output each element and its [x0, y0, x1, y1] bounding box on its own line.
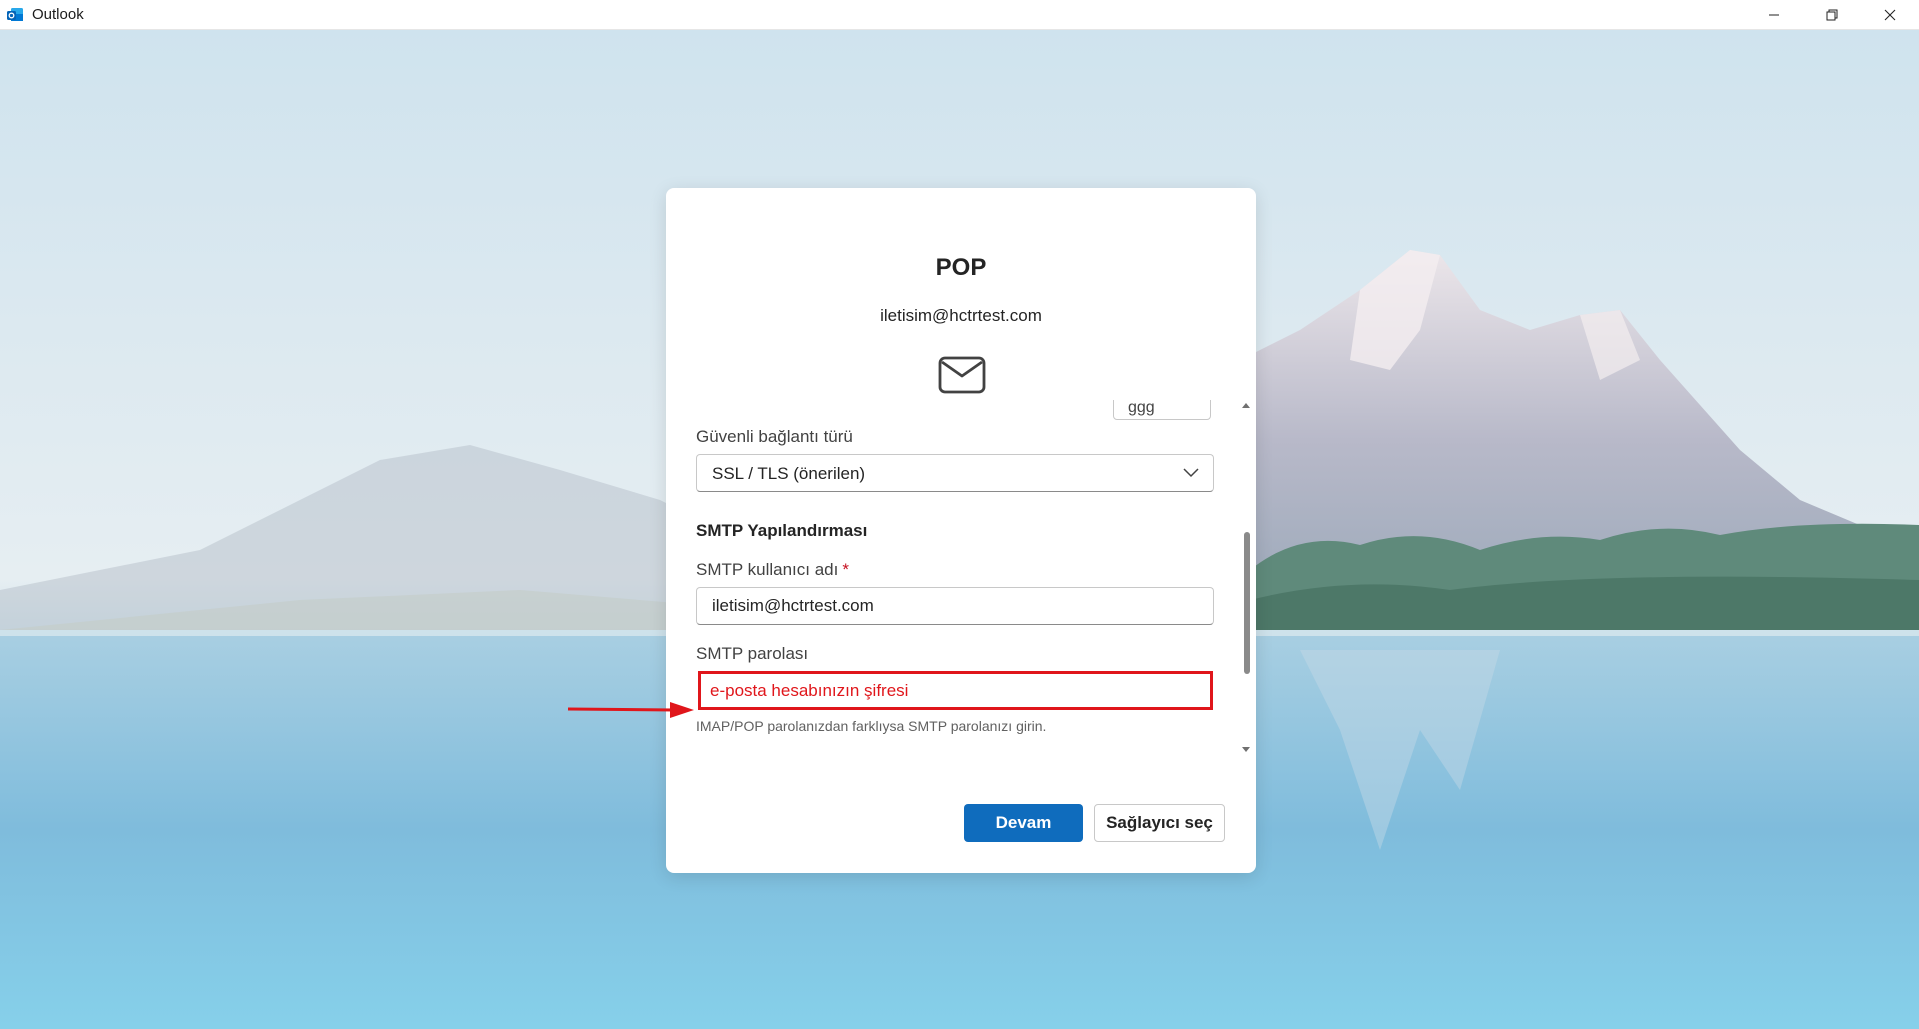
pop-setup-dialog: POP iletisim@hctrtest.com ggg Güvenli ba…: [666, 188, 1256, 873]
smtp-password-label: SMTP parolası: [696, 644, 809, 663]
settings-form: ggg Güvenli bağlantı türü SSL / TLS (öne…: [666, 400, 1256, 760]
settings-scrollbar[interactable]: [1240, 400, 1252, 755]
smtp-username-field[interactable]: [696, 587, 1214, 625]
smtp-password-field[interactable]: [698, 671, 1213, 710]
minimize-button[interactable]: [1745, 0, 1803, 30]
smtp-username-label: SMTP kullanıcı adı *: [696, 560, 849, 580]
dialog-title: POP: [935, 254, 987, 281]
scroll-up-arrow[interactable]: [1241, 400, 1251, 410]
window-controls: [1745, 0, 1919, 30]
smtp-password-input[interactable]: [701, 674, 1210, 707]
choose-provider-button[interactable]: Sağlayıcı seç: [1094, 804, 1225, 842]
annotation-arrow-icon: [567, 702, 694, 718]
smtp-username-label-text: SMTP kullanıcı adı: [696, 560, 839, 579]
scroll-down-arrow[interactable]: [1241, 745, 1251, 755]
settings-scroll-area[interactable]: ggg Güvenli bağlantı türü SSL / TLS (öne…: [666, 400, 1256, 760]
caret-up-icon: [1242, 403, 1250, 408]
restore-button[interactable]: [1803, 0, 1861, 30]
smtp-section-title: SMTP Yapılandırması: [696, 521, 868, 540]
title-bar: Outlook: [0, 0, 1919, 30]
minimize-icon: [1769, 14, 1779, 16]
secure-connection-value: SSL / TLS (önerilen): [712, 464, 866, 483]
secure-connection-select[interactable]: SSL / TLS (önerilen): [696, 454, 1214, 492]
outlook-logo-icon: [7, 7, 23, 21]
close-icon: [1884, 9, 1896, 21]
account-email: iletisim@hctrtest.com: [880, 306, 1042, 325]
restore-icon: [1826, 9, 1838, 21]
mail-envelope-icon: [938, 356, 986, 394]
smtp-password-hint: IMAP/POP parolanızdan farklıysa SMTP par…: [696, 718, 1047, 734]
partial-input-field[interactable]: ggg: [1113, 400, 1211, 420]
required-asterisk: *: [842, 560, 849, 579]
secure-connection-label: Güvenli bağlantı türü: [696, 427, 853, 446]
app-title: Outlook: [32, 6, 84, 23]
close-button[interactable]: [1861, 0, 1919, 30]
smtp-username-input[interactable]: [697, 588, 1213, 624]
scrollbar-thumb[interactable]: [1244, 532, 1250, 674]
continue-button[interactable]: Devam: [964, 804, 1083, 842]
partial-input-value: ggg: [1128, 400, 1155, 416]
chevron-down-icon: [1183, 468, 1199, 478]
caret-down-icon: [1242, 747, 1250, 752]
